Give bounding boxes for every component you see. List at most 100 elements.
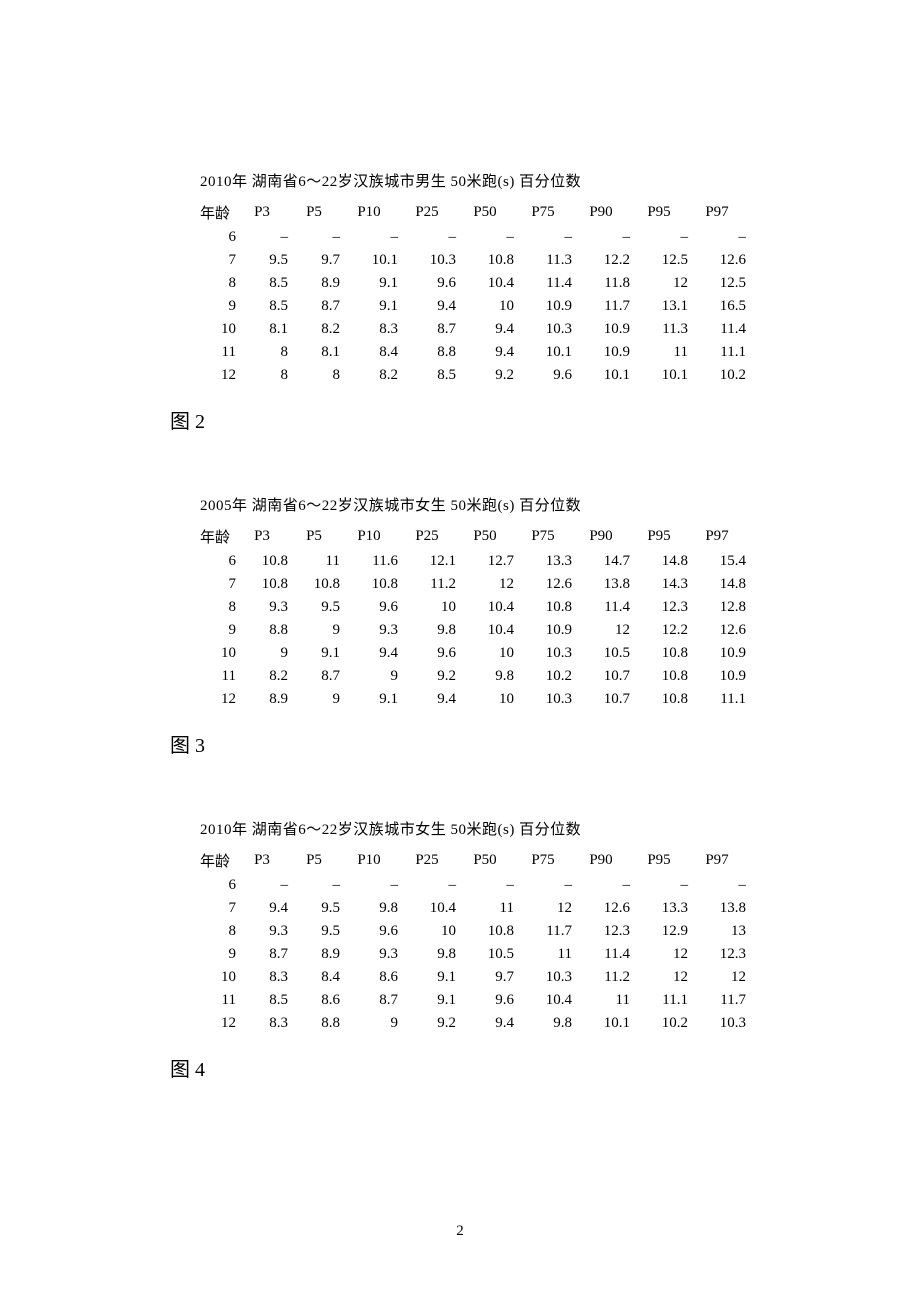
age-cell: 11 bbox=[200, 341, 236, 364]
col-header: P97 bbox=[688, 199, 746, 226]
col-header: 年龄 bbox=[200, 199, 236, 226]
value-cell: 12.3 bbox=[688, 943, 746, 966]
table-row: 98.78.99.39.810.51111.41212.3 bbox=[200, 943, 746, 966]
value-cell: 11.7 bbox=[572, 295, 630, 318]
col-header: P95 bbox=[630, 847, 688, 874]
value-cell: 11.3 bbox=[514, 249, 572, 272]
value-cell: 8.9 bbox=[236, 688, 288, 711]
value-cell: 9.4 bbox=[456, 1012, 514, 1035]
value-cell: – bbox=[514, 874, 572, 897]
col-header: P97 bbox=[688, 523, 746, 550]
value-cell: 11 bbox=[514, 943, 572, 966]
value-cell: 9.2 bbox=[398, 665, 456, 688]
table-row: 6––––––––– bbox=[200, 874, 746, 897]
value-cell: 10 bbox=[456, 642, 514, 665]
value-cell: 9.5 bbox=[288, 920, 340, 943]
value-cell: 12 bbox=[456, 573, 514, 596]
value-cell: 12 bbox=[514, 897, 572, 920]
value-cell: 9.1 bbox=[340, 272, 398, 295]
table-block-2: 2010年 湖南省6～22岁汉族城市男生 50米跑(s) 百分位数 年龄 P3 … bbox=[200, 170, 760, 434]
value-cell: – bbox=[288, 874, 340, 897]
value-cell: 8.2 bbox=[288, 318, 340, 341]
col-header: P10 bbox=[340, 523, 398, 550]
value-cell: 10.2 bbox=[514, 665, 572, 688]
age-cell: 10 bbox=[200, 642, 236, 665]
age-cell: 12 bbox=[200, 1012, 236, 1035]
table-header-row: 年龄 P3 P5 P10 P25 P50 P75 P90 P95 P97 bbox=[200, 523, 746, 550]
col-header: P90 bbox=[572, 523, 630, 550]
value-cell: 10.3 bbox=[514, 642, 572, 665]
age-cell: 8 bbox=[200, 272, 236, 295]
value-cell: 9.7 bbox=[456, 966, 514, 989]
value-cell: 9.6 bbox=[398, 642, 456, 665]
value-cell: 11.3 bbox=[630, 318, 688, 341]
data-table-2: 年龄 P3 P5 P10 P25 P50 P75 P90 P95 P97 6––… bbox=[200, 199, 746, 387]
value-cell: 11.4 bbox=[572, 596, 630, 619]
value-cell: 9.1 bbox=[288, 642, 340, 665]
table-row: 1099.19.49.61010.310.510.810.9 bbox=[200, 642, 746, 665]
value-cell: 9.6 bbox=[398, 272, 456, 295]
value-cell: 10.5 bbox=[456, 943, 514, 966]
table-row: 1188.18.48.89.410.110.91111.1 bbox=[200, 341, 746, 364]
value-cell: 10 bbox=[398, 920, 456, 943]
value-cell: 9.6 bbox=[456, 989, 514, 1012]
col-header: P25 bbox=[398, 847, 456, 874]
value-cell: 8.9 bbox=[288, 272, 340, 295]
value-cell: 8.5 bbox=[398, 364, 456, 387]
value-cell: 12.8 bbox=[688, 596, 746, 619]
table-header-row: 年龄 P3 P5 P10 P25 P50 P75 P90 P95 P97 bbox=[200, 199, 746, 226]
col-header: P25 bbox=[398, 199, 456, 226]
age-cell: 9 bbox=[200, 295, 236, 318]
value-cell: 10.2 bbox=[630, 1012, 688, 1035]
table-row: 79.49.59.810.4111212.613.313.8 bbox=[200, 897, 746, 920]
value-cell: 8.4 bbox=[340, 341, 398, 364]
table-row: 98.58.79.19.41010.911.713.116.5 bbox=[200, 295, 746, 318]
value-cell: 10.9 bbox=[514, 295, 572, 318]
table-row: 88.58.99.19.610.411.411.81212.5 bbox=[200, 272, 746, 295]
value-cell: 10.5 bbox=[572, 642, 630, 665]
value-cell: 9.3 bbox=[236, 596, 288, 619]
col-header: P75 bbox=[514, 523, 572, 550]
value-cell: 10.8 bbox=[456, 249, 514, 272]
value-cell: 8.6 bbox=[288, 989, 340, 1012]
value-cell: 11.7 bbox=[688, 989, 746, 1012]
value-cell: 8.7 bbox=[288, 665, 340, 688]
age-cell: 11 bbox=[200, 665, 236, 688]
value-cell: 8 bbox=[236, 341, 288, 364]
data-table-3: 年龄 P3 P5 P10 P25 P50 P75 P90 P95 P97 610… bbox=[200, 523, 746, 711]
value-cell: 8 bbox=[288, 364, 340, 387]
value-cell: 9 bbox=[236, 642, 288, 665]
value-cell: 11 bbox=[630, 341, 688, 364]
col-header: P5 bbox=[288, 199, 340, 226]
value-cell: 13.8 bbox=[688, 897, 746, 920]
col-header: P10 bbox=[340, 847, 398, 874]
value-cell: 9.4 bbox=[456, 318, 514, 341]
value-cell: 10.8 bbox=[456, 920, 514, 943]
col-header: P50 bbox=[456, 847, 514, 874]
value-cell: 9.2 bbox=[456, 364, 514, 387]
value-cell: 12 bbox=[630, 943, 688, 966]
col-header: P95 bbox=[630, 523, 688, 550]
col-header: P50 bbox=[456, 523, 514, 550]
value-cell: 9.4 bbox=[398, 295, 456, 318]
value-cell: 10.3 bbox=[514, 318, 572, 341]
value-cell: 10 bbox=[456, 295, 514, 318]
value-cell: 8.5 bbox=[236, 272, 288, 295]
value-cell: – bbox=[340, 226, 398, 249]
table-row: 79.59.710.110.310.811.312.212.512.6 bbox=[200, 249, 746, 272]
table-row: 89.39.59.61010.410.811.412.312.8 bbox=[200, 596, 746, 619]
table-row: 118.28.799.29.810.210.710.810.9 bbox=[200, 665, 746, 688]
col-header: P50 bbox=[456, 199, 514, 226]
age-cell: 10 bbox=[200, 318, 236, 341]
value-cell: 10.9 bbox=[688, 665, 746, 688]
value-cell: 11.4 bbox=[572, 943, 630, 966]
value-cell: 9.3 bbox=[340, 619, 398, 642]
value-cell: 12 bbox=[630, 272, 688, 295]
col-header: P75 bbox=[514, 199, 572, 226]
value-cell: 12 bbox=[572, 619, 630, 642]
col-header: P5 bbox=[288, 523, 340, 550]
value-cell: 12.6 bbox=[572, 897, 630, 920]
value-cell: – bbox=[456, 874, 514, 897]
value-cell: – bbox=[398, 226, 456, 249]
table-row: 12888.28.59.29.610.110.110.2 bbox=[200, 364, 746, 387]
